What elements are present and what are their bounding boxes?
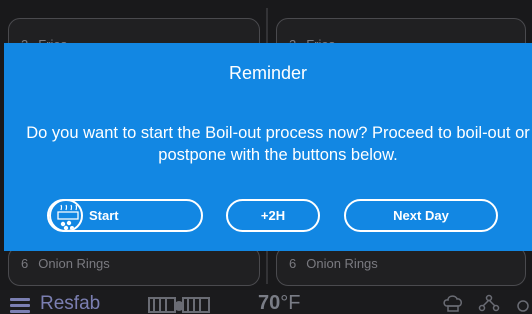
postpone-2h-button[interactable]: +2H <box>226 199 320 232</box>
vat-number: 6 <box>289 256 297 271</box>
boil-out-icon <box>49 199 83 232</box>
start-button[interactable]: Start <box>47 199 203 232</box>
vat-product: Onion Rings <box>38 256 110 271</box>
dialog-message: Do you want to start the Boil-out proces… <box>26 124 530 164</box>
fryer-vats-icon[interactable] <box>148 297 210 313</box>
reminder-dialog: Reminder Do you want to start the Boil-o… <box>4 43 532 251</box>
next-day-label: Next Day <box>393 208 449 223</box>
vat-label: 6 Onion Rings <box>289 256 378 271</box>
vat-panel-bottom-right[interactable]: 6 Onion Rings <box>276 246 526 286</box>
start-button-label: Start <box>89 208 119 223</box>
temperature-readout: 70°F <box>258 292 300 314</box>
vat-number: 6 <box>21 256 29 271</box>
network-icon[interactable] <box>478 294 500 312</box>
temperature-unit: °F <box>280 292 301 314</box>
fryer-screen: 2Fries 2Fries 6Onion Rings 6Onion Rings … <box>0 0 532 314</box>
dialog-title: Reminder <box>228 63 308 83</box>
next-day-button[interactable]: Next Day <box>344 199 498 232</box>
postpone-2h-label: +2H <box>260 208 286 223</box>
vat-panel-bottom-left[interactable]: 6 Onion Rings <box>8 246 260 286</box>
status-bar: Resfab 70°F <box>0 290 532 314</box>
chef-hat-icon[interactable] <box>442 294 464 312</box>
settings-icon[interactable] <box>512 294 532 312</box>
vat-label: 6 Onion Rings <box>21 256 110 271</box>
menu-icon[interactable] <box>10 298 30 313</box>
vat-product: Onion Rings <box>306 256 378 271</box>
temperature-value: 70 <box>258 292 281 314</box>
brand-logo: Resfab <box>40 293 101 314</box>
